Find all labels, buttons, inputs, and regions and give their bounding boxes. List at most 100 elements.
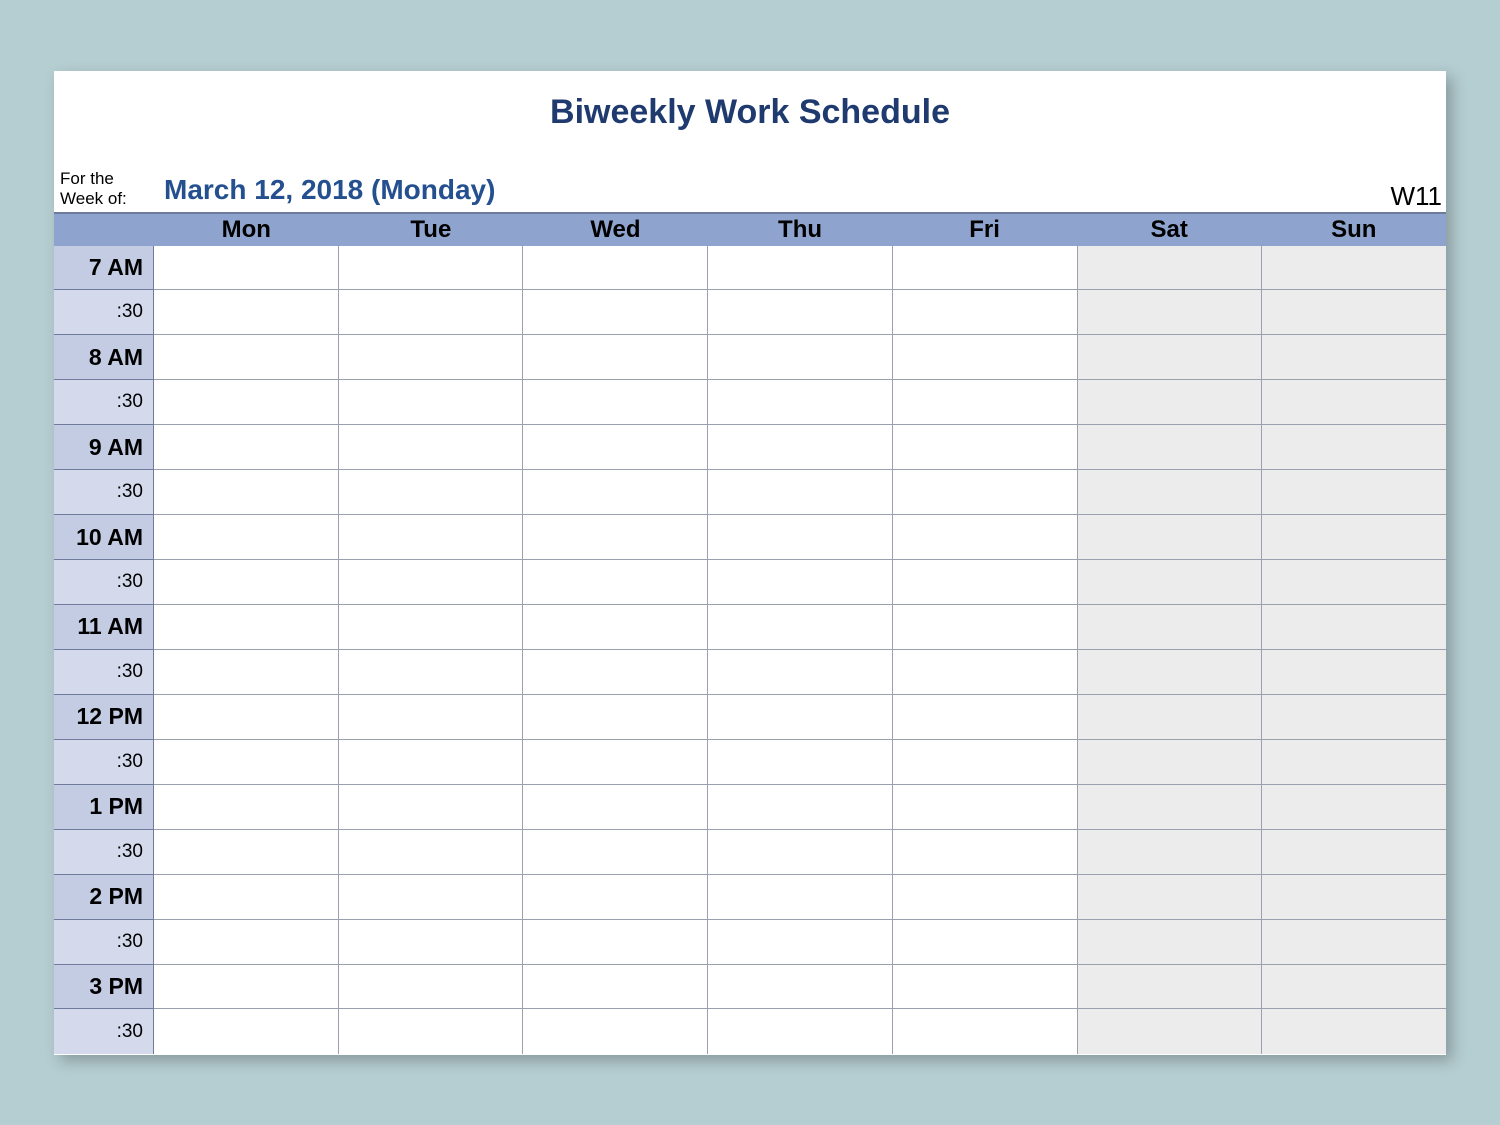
schedule-cell[interactable] — [708, 830, 893, 875]
schedule-cell[interactable] — [154, 335, 339, 380]
schedule-cell[interactable] — [708, 380, 893, 425]
schedule-cell[interactable] — [708, 290, 893, 335]
schedule-cell[interactable] — [523, 605, 708, 650]
schedule-cell[interactable] — [1078, 560, 1263, 605]
schedule-cell[interactable] — [708, 875, 893, 920]
schedule-cell[interactable] — [708, 470, 893, 515]
schedule-cell[interactable] — [1078, 740, 1263, 785]
schedule-cell[interactable] — [1262, 920, 1446, 965]
schedule-cell[interactable] — [1078, 470, 1263, 515]
schedule-cell[interactable] — [523, 515, 708, 560]
schedule-cell[interactable] — [154, 470, 339, 515]
schedule-cell[interactable] — [893, 830, 1078, 875]
schedule-cell[interactable] — [1078, 515, 1263, 560]
schedule-cell[interactable] — [523, 425, 708, 470]
schedule-cell[interactable] — [1262, 1009, 1446, 1054]
schedule-cell[interactable] — [893, 1009, 1078, 1054]
schedule-cell[interactable] — [1078, 965, 1263, 1010]
schedule-cell[interactable] — [154, 920, 339, 965]
schedule-cell[interactable] — [523, 785, 708, 830]
schedule-cell[interactable] — [708, 425, 893, 470]
schedule-cell[interactable] — [1262, 425, 1446, 470]
schedule-cell[interactable] — [1262, 965, 1446, 1010]
schedule-cell[interactable] — [339, 380, 524, 425]
schedule-cell[interactable] — [893, 515, 1078, 560]
schedule-cell[interactable] — [708, 246, 893, 291]
schedule-cell[interactable] — [1262, 470, 1446, 515]
schedule-cell[interactable] — [1262, 380, 1446, 425]
schedule-cell[interactable] — [708, 785, 893, 830]
schedule-cell[interactable] — [1262, 605, 1446, 650]
schedule-cell[interactable] — [339, 695, 524, 740]
schedule-cell[interactable] — [1262, 695, 1446, 740]
schedule-cell[interactable] — [1262, 830, 1446, 875]
schedule-cell[interactable] — [523, 290, 708, 335]
schedule-cell[interactable] — [1262, 290, 1446, 335]
schedule-cell[interactable] — [154, 246, 339, 291]
schedule-cell[interactable] — [523, 650, 708, 695]
schedule-cell[interactable] — [893, 875, 1078, 920]
schedule-cell[interactable] — [893, 605, 1078, 650]
schedule-cell[interactable] — [708, 605, 893, 650]
schedule-cell[interactable] — [339, 875, 524, 920]
schedule-cell[interactable] — [154, 425, 339, 470]
schedule-cell[interactable] — [1262, 246, 1446, 291]
schedule-cell[interactable] — [339, 965, 524, 1010]
schedule-cell[interactable] — [708, 1009, 893, 1054]
schedule-cell[interactable] — [154, 515, 339, 560]
schedule-cell[interactable] — [339, 830, 524, 875]
schedule-cell[interactable] — [1078, 830, 1263, 875]
schedule-cell[interactable] — [339, 920, 524, 965]
schedule-cell[interactable] — [154, 785, 339, 830]
schedule-cell[interactable] — [708, 560, 893, 605]
schedule-cell[interactable] — [893, 380, 1078, 425]
schedule-cell[interactable] — [893, 470, 1078, 515]
schedule-cell[interactable] — [1078, 650, 1263, 695]
schedule-cell[interactable] — [339, 1009, 524, 1054]
schedule-cell[interactable] — [154, 650, 339, 695]
schedule-cell[interactable] — [708, 740, 893, 785]
schedule-cell[interactable] — [339, 335, 524, 380]
schedule-cell[interactable] — [154, 380, 339, 425]
schedule-cell[interactable] — [1078, 875, 1263, 920]
schedule-cell[interactable] — [523, 920, 708, 965]
schedule-cell[interactable] — [339, 785, 524, 830]
schedule-cell[interactable] — [339, 425, 524, 470]
schedule-cell[interactable] — [154, 1009, 339, 1054]
schedule-cell[interactable] — [708, 965, 893, 1010]
schedule-cell[interactable] — [893, 965, 1078, 1010]
schedule-cell[interactable] — [154, 695, 339, 740]
schedule-cell[interactable] — [1262, 740, 1446, 785]
schedule-cell[interactable] — [523, 830, 708, 875]
schedule-cell[interactable] — [1262, 335, 1446, 380]
schedule-cell[interactable] — [523, 965, 708, 1010]
schedule-cell[interactable] — [708, 335, 893, 380]
schedule-cell[interactable] — [1078, 380, 1263, 425]
schedule-cell[interactable] — [1262, 560, 1446, 605]
schedule-cell[interactable] — [523, 246, 708, 291]
schedule-cell[interactable] — [523, 335, 708, 380]
schedule-cell[interactable] — [523, 560, 708, 605]
schedule-cell[interactable] — [339, 470, 524, 515]
schedule-cell[interactable] — [154, 605, 339, 650]
schedule-cell[interactable] — [339, 740, 524, 785]
schedule-cell[interactable] — [1262, 650, 1446, 695]
schedule-cell[interactable] — [1078, 605, 1263, 650]
schedule-cell[interactable] — [523, 875, 708, 920]
schedule-cell[interactable] — [1078, 290, 1263, 335]
schedule-cell[interactable] — [339, 560, 524, 605]
schedule-cell[interactable] — [523, 380, 708, 425]
schedule-cell[interactable] — [893, 920, 1078, 965]
schedule-cell[interactable] — [339, 650, 524, 695]
schedule-cell[interactable] — [523, 470, 708, 515]
schedule-cell[interactable] — [893, 695, 1078, 740]
schedule-cell[interactable] — [339, 290, 524, 335]
schedule-cell[interactable] — [708, 515, 893, 560]
schedule-cell[interactable] — [1262, 875, 1446, 920]
schedule-cell[interactable] — [1078, 246, 1263, 291]
schedule-cell[interactable] — [339, 246, 524, 291]
schedule-cell[interactable] — [893, 335, 1078, 380]
schedule-cell[interactable] — [893, 246, 1078, 291]
schedule-cell[interactable] — [154, 965, 339, 1010]
schedule-cell[interactable] — [708, 920, 893, 965]
